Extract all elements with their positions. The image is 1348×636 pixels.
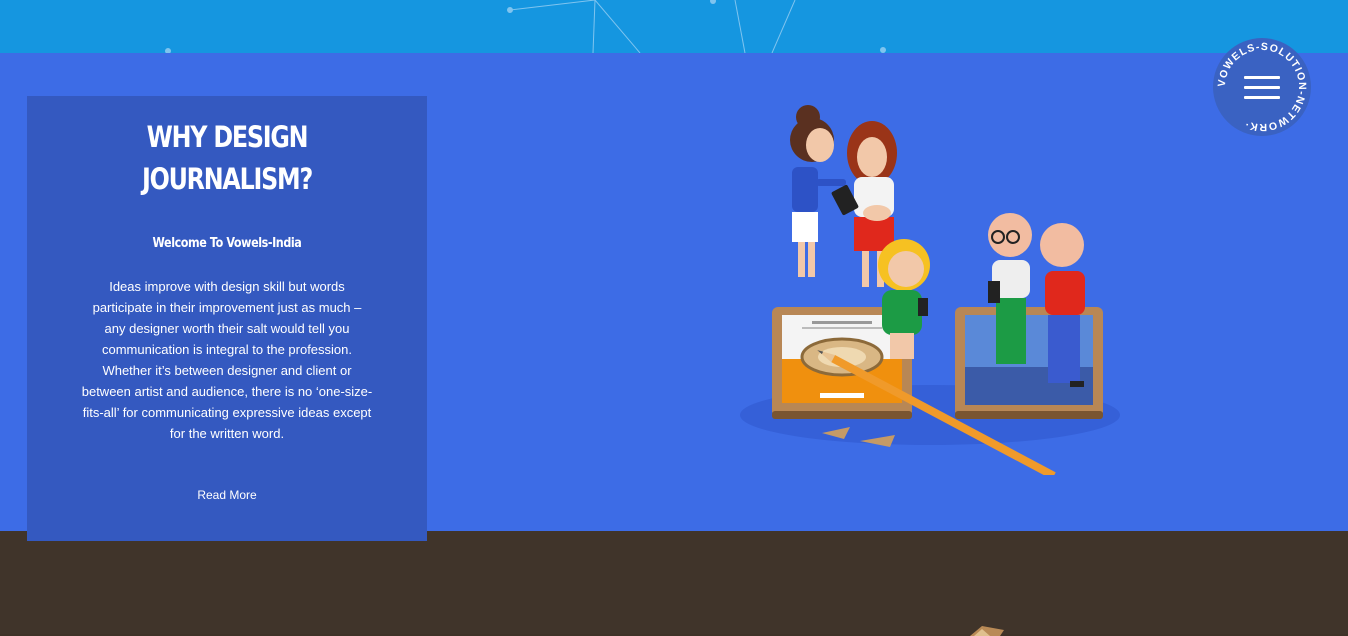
card-subtitle: Welcome To Vowels-India [152, 236, 302, 251]
why-design-journalism-card: WHY DESIGN JOURNALISM? Welcome To Vowels… [27, 96, 427, 541]
card-title: WHY DESIGN JOURNALISM? [63, 116, 391, 200]
bottom-section [0, 531, 1348, 634]
card-body-text: Ideas improve with design skill but word… [81, 279, 373, 441]
hamburger-menu-icon[interactable] [1244, 76, 1280, 100]
top-network-band [0, 0, 1348, 53]
design-journalism-illustration [730, 95, 1130, 480]
network-lines-decoration [165, 0, 886, 53]
pencil-shaving-decoration [970, 626, 1004, 636]
card-title-line-1: WHY DESIGN [146, 120, 309, 154]
menu-badge-button[interactable]: VOWELS-SOLUTION-NETWORK· [1213, 38, 1311, 136]
read-more-link[interactable]: Read More [177, 488, 277, 502]
card-title-line-2: JOURNALISM? [141, 162, 313, 196]
